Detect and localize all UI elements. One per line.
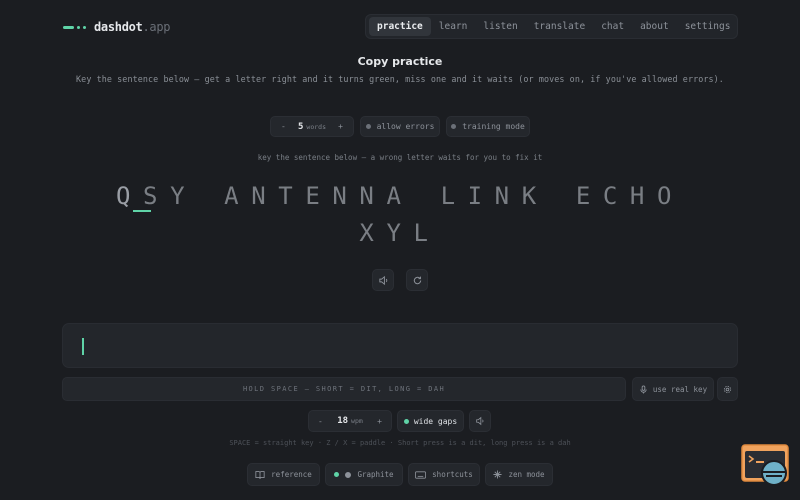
shortcuts-label: shortcuts	[432, 470, 473, 479]
morse-input-field[interactable]	[62, 323, 738, 368]
wide-gaps-label: wide gaps	[413, 416, 458, 426]
wpm-unit: wpm	[351, 417, 363, 425]
nav-translate[interactable]: translate	[526, 17, 593, 36]
refresh-icon	[413, 276, 421, 284]
nav-chat[interactable]: chat	[593, 17, 632, 36]
wpm-decrease-button[interactable]: -	[318, 417, 323, 426]
microphone-icon	[640, 384, 647, 394]
allow-errors-toggle[interactable]: allow errors	[360, 116, 440, 137]
current-letter: Q	[115, 182, 144, 210]
current-letter-marker	[133, 210, 151, 212]
sentence-line-1-rest: SY ANTENNA LINK ECHO	[143, 182, 685, 210]
training-mode-label: training mode	[462, 122, 525, 131]
allow-errors-label: allow errors	[376, 122, 435, 131]
text-caret	[82, 338, 84, 355]
speaker-icon	[378, 275, 387, 285]
zen-mode-label: zen mode	[508, 470, 545, 479]
keyboard-icon	[415, 470, 427, 479]
training-mode-toggle[interactable]: training mode	[446, 116, 530, 137]
page-subtitle: Key the sentence below — get a letter ri…	[76, 74, 724, 84]
logo-ext: .app	[142, 20, 171, 34]
main-nav: practice learn listen translate chat abo…	[365, 14, 738, 39]
sound-toggle-button[interactable]	[469, 410, 491, 432]
sentence-line-2: XYL	[359, 219, 441, 247]
space-key-pad[interactable]: HOLD SPACE — SHORT = DIT, LONG = DAH	[62, 377, 626, 401]
keyboard-hint: SPACE = straight key · Z / X = paddle · …	[229, 439, 571, 447]
logo-morse-icon	[63, 25, 86, 29]
zen-mode-button[interactable]: zen mode	[485, 463, 553, 486]
nav-listen[interactable]: listen	[475, 17, 525, 36]
nav-settings[interactable]: settings	[677, 17, 739, 36]
assistant-badge-icon[interactable]	[741, 444, 791, 488]
word-count-unit: words	[306, 122, 326, 131]
reference-button[interactable]: reference	[247, 463, 320, 486]
word-count-stepper: - 5 words +	[270, 116, 354, 137]
book-icon	[255, 471, 265, 479]
logo-name: dashdot	[94, 20, 143, 34]
theme-label: Graphite	[357, 470, 394, 479]
wpm-increase-button[interactable]: +	[377, 417, 382, 426]
shortcuts-button[interactable]: shortcuts	[408, 463, 480, 486]
theme-button[interactable]: Graphite	[325, 463, 403, 486]
use-real-key-label: use real key	[652, 384, 708, 394]
instruction-hint: key the sentence below — a wrong letter …	[257, 153, 543, 162]
wpm-stepper: - 18 wpm +	[308, 410, 392, 432]
play-sentence-button[interactable]	[372, 269, 394, 291]
sparkle-icon	[493, 470, 502, 479]
nav-learn[interactable]: learn	[431, 17, 476, 36]
nav-about[interactable]: about	[632, 17, 677, 36]
logo[interactable]: dashdot .app	[63, 18, 170, 36]
page-title: Copy practice	[357, 55, 443, 68]
reference-label: reference	[271, 470, 312, 479]
sentence-line-1: QSY ANTENNA LINK ECHO	[0, 182, 800, 210]
keyer-settings-button[interactable]	[717, 377, 738, 401]
word-count-decrease-button[interactable]: -	[281, 122, 286, 131]
theme-dot-icon	[334, 472, 340, 477]
wpm-value: 18	[337, 416, 349, 426]
wide-gaps-indicator	[403, 418, 409, 424]
word-count-increase-button[interactable]: +	[338, 122, 343, 131]
use-real-key-button[interactable]: use real key	[632, 377, 714, 401]
wide-gaps-toggle[interactable]: wide gaps	[397, 410, 464, 432]
gear-icon	[723, 385, 732, 393]
new-sentence-button[interactable]	[406, 269, 428, 291]
nav-practice[interactable]: practice	[369, 17, 431, 36]
speaker-icon	[476, 416, 484, 426]
training-mode-indicator	[451, 124, 457, 129]
word-count-value: 5	[298, 121, 304, 132]
allow-errors-indicator	[365, 124, 371, 129]
theme-swatch-icon	[345, 471, 352, 478]
